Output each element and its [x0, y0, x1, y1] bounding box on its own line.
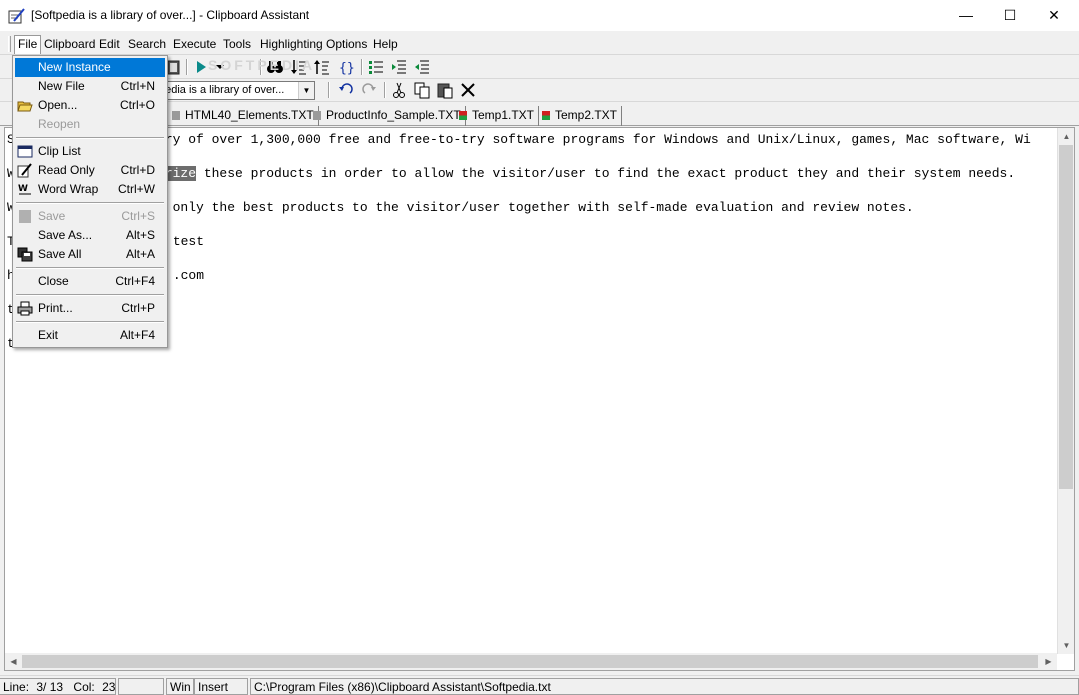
delete-x-icon[interactable] — [459, 81, 477, 99]
printer-icon — [17, 301, 33, 316]
svg-text:{}: {} — [339, 61, 355, 76]
menu-edit[interactable]: Edit — [99, 37, 120, 51]
scroll-right-icon[interactable]: ▶ — [1040, 653, 1057, 670]
file-path: C:\Program Files (x86)\Clipboard Assista… — [250, 678, 1079, 695]
menu-options[interactable]: Options — [326, 37, 367, 51]
horizontal-scroll-thumb[interactable] — [22, 655, 1038, 668]
maximize-button[interactable]: ☐ — [987, 0, 1033, 31]
read-only-pen-icon — [17, 163, 32, 178]
menu-item-save-as[interactable]: Save As... Alt+S — [15, 226, 165, 245]
indent-icon[interactable] — [390, 58, 408, 76]
chevron-down-icon[interactable]: ▼ — [298, 82, 314, 99]
tab-temp1[interactable]: Temp1.TXT — [455, 106, 540, 126]
menu-item-read-only[interactable]: Read Only Ctrl+D — [15, 161, 165, 180]
save-all-disks-icon — [17, 247, 33, 262]
close-window-button[interactable]: ✕ — [1031, 0, 1077, 31]
menu-file[interactable]: File — [14, 35, 42, 54]
menu-item-print[interactable]: Print... Ctrl+P — [15, 299, 165, 318]
menu-separator — [16, 137, 164, 139]
menu-item-reopen[interactable]: Reopen — [15, 115, 165, 134]
scroll-up-icon[interactable]: ▲ — [1058, 128, 1075, 145]
window-title: [Softpedia is a library of over...] - Cl… — [31, 8, 310, 22]
outdent-icon[interactable] — [413, 58, 431, 76]
file-icon — [313, 111, 321, 120]
svg-text:W: W — [18, 184, 28, 194]
scroll-down-icon[interactable]: ▼ — [1058, 637, 1075, 654]
menu-item-open[interactable]: Open... Ctrl+O — [15, 96, 165, 115]
word-wrap-icon: W — [18, 184, 31, 195]
softpedia-watermark: SOFTPEDIA — [208, 57, 316, 73]
sort-ascending-icon[interactable] — [313, 58, 331, 76]
vertical-scrollbar[interactable]: ▲ ▼ — [1057, 128, 1074, 654]
vertical-scroll-thumb[interactable] — [1059, 145, 1073, 489]
paste-icon[interactable] — [436, 81, 454, 99]
toolbar-separator — [361, 59, 363, 75]
status-empty-cell — [118, 678, 164, 695]
toolbar-separator — [384, 82, 386, 98]
insert-mode-indicator: Insert — [194, 678, 248, 695]
toolbar-separator — [328, 82, 330, 98]
clip-selector-combo[interactable]: pedia is a library of over... ▼ — [155, 81, 315, 100]
menubar-grip[interactable] — [8, 36, 11, 52]
status-bar: Line: 3/ 13 Col: 23 Win Insert C:\Progra… — [0, 675, 1079, 695]
menu-item-exit[interactable]: Exit Alt+F4 — [15, 326, 165, 345]
menu-separator — [16, 321, 164, 323]
minimize-button[interactable]: — — [943, 0, 989, 31]
menu-help[interactable]: Help — [373, 37, 398, 51]
menu-item-save-all[interactable]: Save All Alt+A — [15, 245, 165, 264]
menu-item-new-file[interactable]: New File Ctrl+N — [15, 77, 165, 96]
tab-temp2[interactable]: Temp2.TXT — [538, 106, 623, 126]
menu-tools[interactable]: Tools — [223, 37, 251, 51]
file-menu-dropdown: New Instance New File Ctrl+N Open... Ctr… — [12, 55, 168, 348]
horizontal-scrollbar[interactable]: ◀ ▶ — [5, 653, 1057, 670]
list-bullets-icon[interactable] — [367, 58, 385, 76]
open-folder-icon — [17, 101, 33, 112]
temp-file-icon — [459, 111, 467, 120]
menu-item-save[interactable]: Save Ctrl+S — [15, 207, 165, 226]
undo-icon[interactable] — [337, 81, 355, 99]
menu-item-close[interactable]: Close Ctrl+F4 — [15, 272, 165, 291]
tab-html40-elements[interactable]: HTML40_Elements.TXT — [168, 106, 319, 126]
menu-highlighting[interactable]: Highlighting — [260, 37, 323, 51]
menu-item-word-wrap[interactable]: W Word Wrap Ctrl+W — [15, 180, 165, 199]
toolbar-separator — [186, 59, 188, 75]
cursor-position: Line: 3/ 13 Col: 23 — [0, 678, 116, 695]
menu-execute[interactable]: Execute — [173, 37, 216, 51]
file-icon — [172, 111, 180, 120]
app-pen-icon — [8, 8, 25, 24]
menu-bar: File Clipboard Edit Search Execute Tools… — [0, 33, 1079, 55]
save-disk-icon — [19, 210, 31, 223]
menu-clipboard[interactable]: Clipboard — [44, 37, 95, 51]
menu-separator — [16, 267, 164, 269]
menu-separator — [16, 294, 164, 296]
menu-separator — [16, 202, 164, 204]
tab-productinfo-sample[interactable]: ProductInfo_Sample.TXT — [309, 106, 466, 126]
menu-item-clip-list[interactable]: Clip List — [15, 142, 165, 161]
braces-icon[interactable]: {} — [337, 58, 355, 76]
cut-scissors-icon[interactable] — [390, 81, 408, 99]
redo-icon[interactable] — [360, 81, 378, 99]
clip-selector-value: pedia is a library of over... — [159, 84, 285, 96]
line-ending-indicator: Win — [166, 678, 194, 695]
copy-icon[interactable] — [413, 81, 431, 99]
clip-list-window-icon — [17, 145, 33, 158]
selected-text: rize — [164, 166, 197, 181]
scroll-left-icon[interactable]: ◀ — [5, 653, 22, 670]
menu-search[interactable]: Search — [128, 37, 166, 51]
menu-item-new-instance[interactable]: New Instance — [15, 58, 165, 77]
temp-file-icon — [542, 111, 550, 120]
title-bar: [Softpedia is a library of over...] - Cl… — [0, 0, 1079, 31]
